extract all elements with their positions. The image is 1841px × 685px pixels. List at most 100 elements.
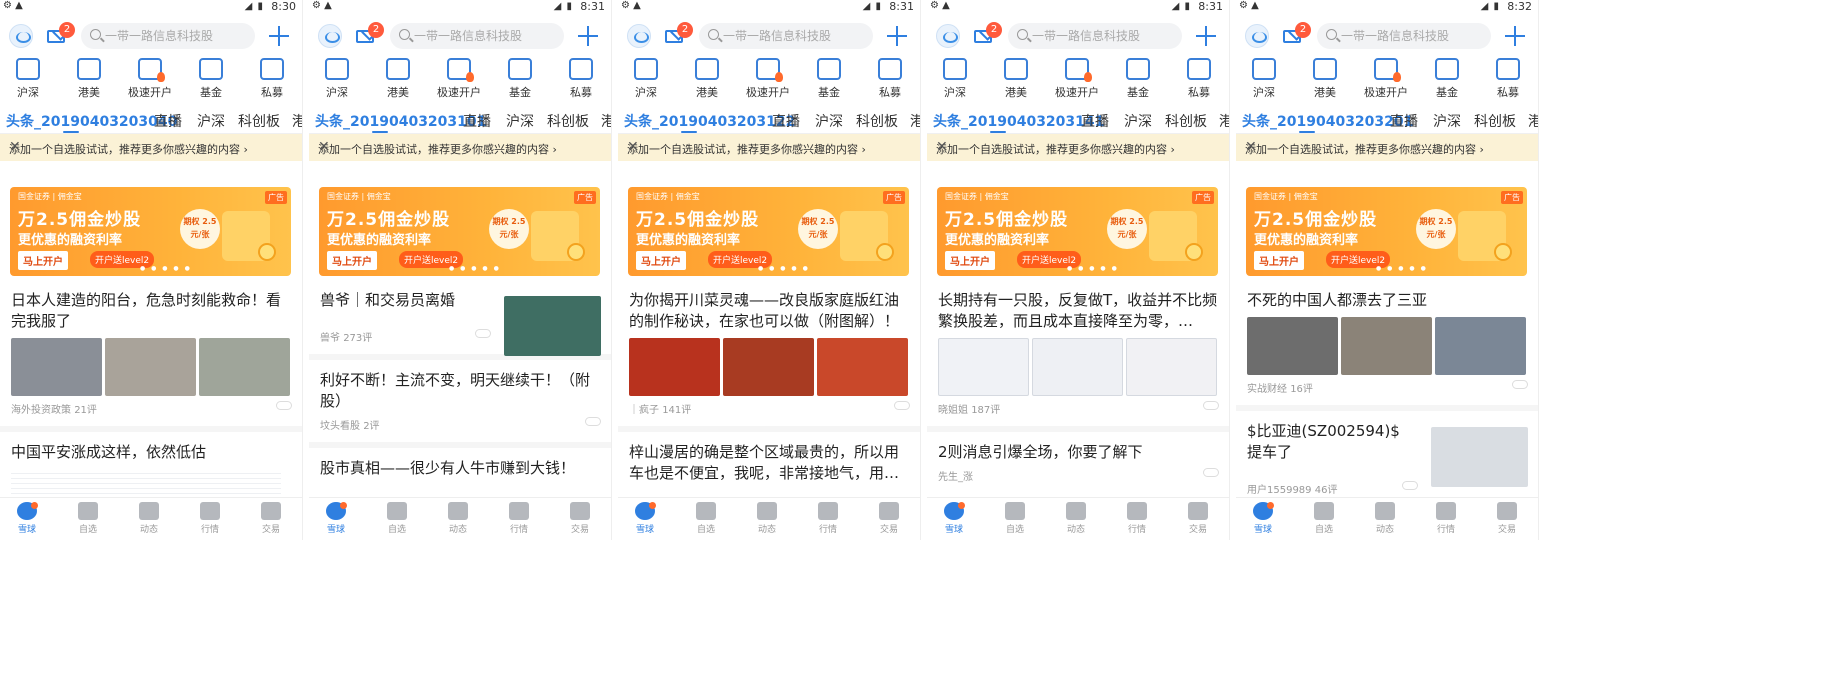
bottom-nav-feed[interactable]: 动态: [1056, 502, 1096, 535]
ad-cta-button[interactable]: 马上开户: [1254, 251, 1304, 270]
avatar-icon[interactable]: [1245, 24, 1269, 48]
quick-nav-item[interactable]: 港美: [682, 58, 732, 100]
tab-item[interactable]: 直播: [1390, 111, 1418, 131]
tab-headline[interactable]: 头条_20190403203122: [624, 111, 795, 131]
article-card[interactable]: $比亚迪(SZ002594)$ 提车了 用户1559989 46评: [1236, 421, 1538, 496]
bottom-nav-feed[interactable]: 动态: [1365, 502, 1405, 535]
quick-nav-item[interactable]: 私募: [865, 58, 915, 100]
article-title[interactable]: 利好不断！主流不变，明天继续干！（附股）: [320, 370, 601, 412]
search-input[interactable]: [105, 26, 250, 46]
avatar-icon[interactable]: [936, 24, 960, 48]
tab-item[interactable]: 直播: [463, 111, 491, 131]
tab-headline[interactable]: 头条_20190403203101: [315, 111, 486, 131]
tab-item[interactable]: 科创板: [1165, 111, 1207, 131]
search-box[interactable]: [81, 23, 255, 49]
ad-cta-button[interactable]: 马上开户: [636, 251, 686, 270]
ad-banner[interactable]: 国金证券 | 佣金宝 广告 万2.5佣金炒股 更优惠的融资利率 马上开户 开户送level…: [628, 187, 909, 276]
tab-headline[interactable]: 头条_20190403203201: [1242, 111, 1413, 131]
article-card[interactable]: 兽爷｜和交易员离婚 兽爷 273评: [309, 290, 611, 356]
search-box[interactable]: [699, 23, 873, 49]
quick-nav-item[interactable]: 基金: [1422, 58, 1472, 100]
bottom-nav-watchlist[interactable]: 自选: [377, 502, 417, 535]
suggestion-notice[interactable]: 添加一个自选股试试，推荐更多你感兴趣的内容 › ✕: [927, 134, 1229, 161]
tab-item[interactable]: 沪深: [1433, 111, 1461, 131]
tab-item[interactable]: 沪深: [197, 111, 225, 131]
close-icon[interactable]: ✕: [1245, 139, 1528, 155]
quick-nav-item[interactable]: 港美: [373, 58, 423, 100]
bottom-nav-watchlist[interactable]: 自选: [1304, 502, 1344, 535]
bottom-nav-watchlist[interactable]: 自选: [686, 502, 726, 535]
ad-banner[interactable]: 国金证券 | 佣金宝 广告 万2.5佣金炒股 更优惠的融资利率 马上开户 开户送level…: [319, 187, 600, 276]
bottom-nav-market[interactable]: 行情: [1117, 502, 1157, 535]
tab-headline[interactable]: 头条_20190403203040: [6, 111, 177, 131]
article-title[interactable]: 股市真相——很少有人牛市赚到大钱！: [320, 458, 601, 479]
quick-nav-item[interactable]: 沪深: [3, 58, 53, 100]
search-box[interactable]: [1008, 23, 1182, 49]
article-source[interactable]: 兽爷: [320, 333, 340, 344]
tab-item[interactable]: 港: [1219, 111, 1229, 131]
search-input[interactable]: [414, 26, 559, 46]
article-title[interactable]: 中国平安涨成这样，依然低估: [11, 442, 292, 463]
quick-nav-item[interactable]: 私募: [1174, 58, 1224, 100]
bottom-nav-market[interactable]: 行情: [1426, 502, 1466, 535]
quick-nav-item[interactable]: 私募: [556, 58, 606, 100]
tab-item[interactable]: 直播: [772, 111, 800, 131]
article-source[interactable]: 先生_涨: [938, 472, 973, 483]
quick-nav-item[interactable]: 极速开户: [1052, 58, 1102, 100]
close-icon[interactable]: ✕: [318, 139, 601, 155]
bottom-nav-trade[interactable]: 交易: [1487, 502, 1527, 535]
dislike-icon[interactable]: [1203, 401, 1219, 410]
bottom-nav-trade[interactable]: 交易: [1178, 502, 1218, 535]
quick-nav-item[interactable]: 港美: [991, 58, 1041, 100]
dislike-icon[interactable]: [276, 401, 292, 410]
avatar-icon[interactable]: [318, 24, 342, 48]
bottom-nav-home[interactable]: 雪球: [934, 502, 974, 535]
ad-banner[interactable]: 国金证券 | 佣金宝 广告 万2.5佣金炒股 更优惠的融资利率 马上开户 开户送level…: [1246, 187, 1527, 276]
article-source[interactable]: 用户1559989: [1247, 485, 1312, 496]
quick-nav-item[interactable]: 基金: [1113, 58, 1163, 100]
bottom-nav-home[interactable]: 雪球: [316, 502, 356, 535]
quick-nav-item[interactable]: 极速开户: [434, 58, 484, 100]
dislike-icon[interactable]: [585, 417, 601, 426]
bottom-nav-market[interactable]: 行情: [499, 502, 539, 535]
suggestion-notice[interactable]: 添加一个自选股试试，推荐更多你感兴趣的内容 › ✕: [0, 134, 302, 161]
ad-banner[interactable]: 国金证券 | 佣金宝 广告 万2.5佣金炒股 更优惠的融资利率 马上开户 开户送level…: [937, 187, 1218, 276]
article-source[interactable]: 海外投资政策: [11, 405, 71, 416]
bottom-nav-market[interactable]: 行情: [808, 502, 848, 535]
bottom-nav-feed[interactable]: 动态: [438, 502, 478, 535]
bottom-nav-home[interactable]: 雪球: [625, 502, 665, 535]
article-source[interactable]: 晓姐姐: [938, 405, 968, 416]
tab-item[interactable]: 港: [292, 111, 302, 131]
bottom-nav-market[interactable]: 行情: [190, 502, 230, 535]
ad-banner[interactable]: 国金证券 | 佣金宝 广告 万2.5佣金炒股 更优惠的融资利率 马上开户 开户送level…: [10, 187, 291, 276]
article-card[interactable]: 日本人建造的阳台，危急时刻能救命！看完我服了 海外投资政策 21评: [0, 290, 302, 416]
article-card[interactable]: 为你揭开川菜灵魂——改良版家庭版红油的制作秘诀，在家也可以做（附图解）！ ｜疯子 …: [618, 290, 920, 416]
article-card[interactable]: 长期持有一只股，反复做T，收益并不比频繁换股差，而且成本直接降至为零，… 晓姐姐 …: [927, 290, 1229, 416]
bottom-nav-trade[interactable]: 交易: [560, 502, 600, 535]
quick-nav-item[interactable]: 基金: [804, 58, 854, 100]
tab-item[interactable]: 沪深: [506, 111, 534, 131]
quick-nav-item[interactable]: 沪深: [1239, 58, 1289, 100]
bottom-nav-trade[interactable]: 交易: [251, 502, 291, 535]
article-title[interactable]: 兽爷｜和交易员离婚: [320, 290, 490, 311]
tab-item[interactable]: 科创板: [1474, 111, 1516, 131]
suggestion-notice[interactable]: 添加一个自选股试试，推荐更多你感兴趣的内容 › ✕: [1236, 134, 1538, 161]
tab-item[interactable]: 港: [910, 111, 920, 131]
add-plus-icon[interactable]: [1504, 25, 1526, 47]
add-plus-icon[interactable]: [268, 25, 290, 47]
close-icon[interactable]: ✕: [9, 139, 292, 155]
dislike-icon[interactable]: [1512, 380, 1528, 389]
ad-cta-button[interactable]: 马上开户: [327, 251, 377, 270]
article-title[interactable]: 日本人建造的阳台，危急时刻能救命！看完我服了: [11, 290, 292, 332]
search-box[interactable]: [390, 23, 564, 49]
tab-item[interactable]: 直播: [154, 111, 182, 131]
tab-item[interactable]: 沪深: [815, 111, 843, 131]
quick-nav-item[interactable]: 极速开户: [125, 58, 175, 100]
article-source[interactable]: 实战财经: [1247, 384, 1287, 395]
quick-nav-item[interactable]: 港美: [64, 58, 114, 100]
article-card[interactable]: 不死的中国人都漂去了三亚 实战财经 16评: [1236, 290, 1538, 395]
quick-nav-item[interactable]: 港美: [1300, 58, 1350, 100]
article-card[interactable]: 2则消息引爆全场，你要了解下 先生_涨: [927, 442, 1229, 483]
avatar-icon[interactable]: [9, 24, 33, 48]
tab-item[interactable]: 科创板: [238, 111, 280, 131]
